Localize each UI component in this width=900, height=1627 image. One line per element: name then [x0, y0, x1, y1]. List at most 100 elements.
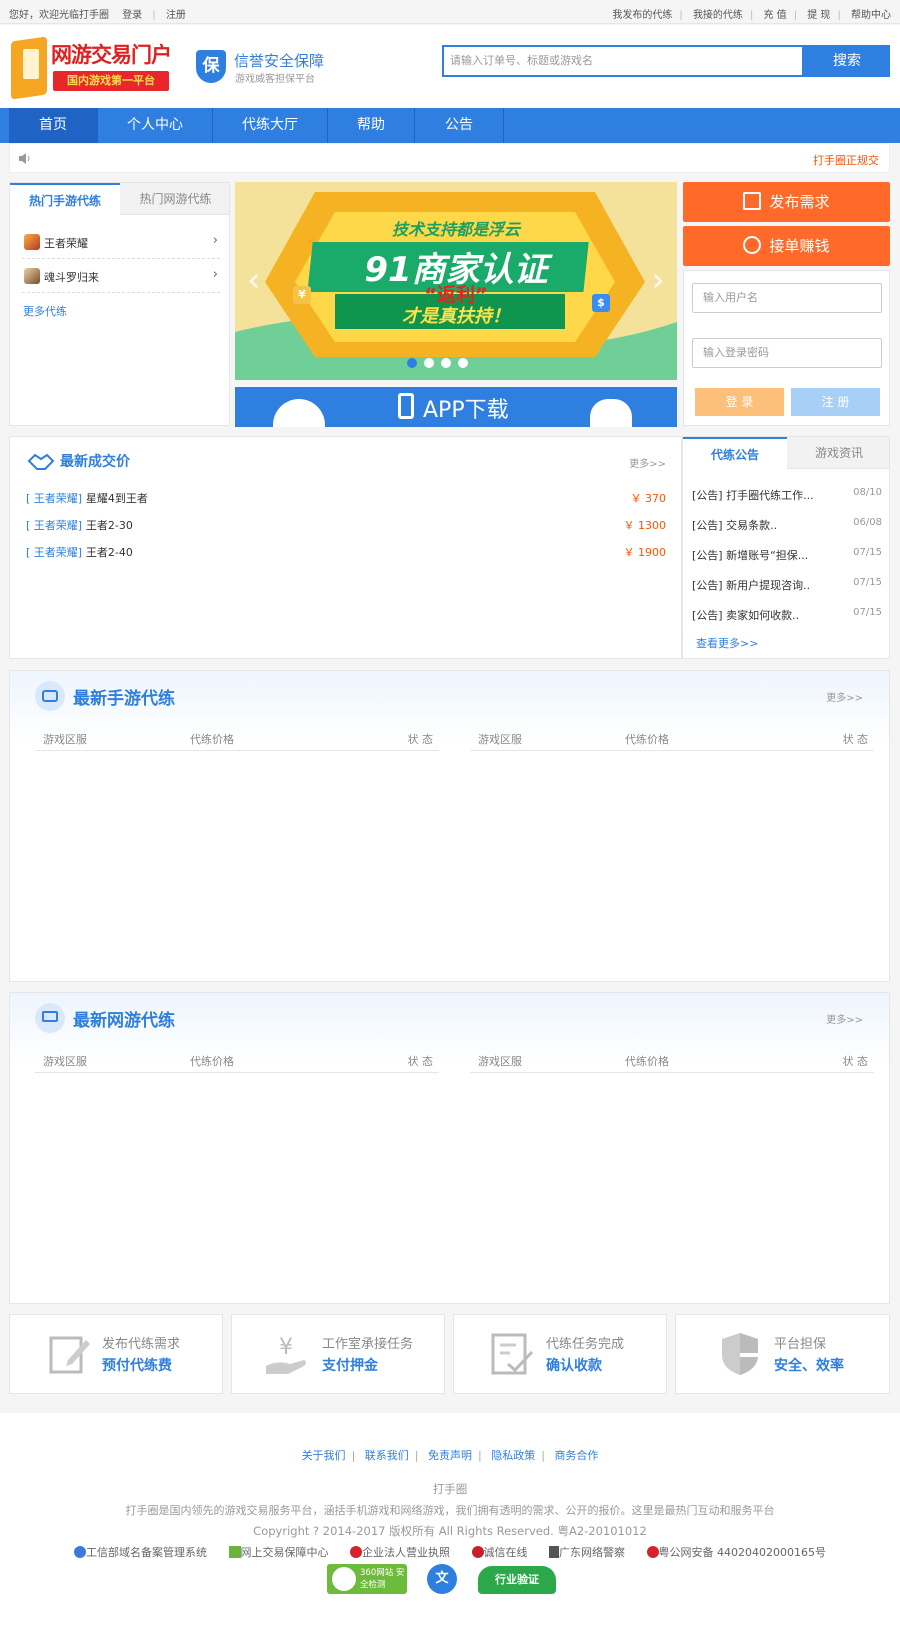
list-item[interactable]: [公告] 新用户提现咨询.. 07/15: [692, 577, 882, 593]
withdraw-link[interactable]: 提 现: [807, 10, 830, 21]
footer-link-contact[interactable]: 联系我们: [365, 1449, 409, 1462]
yuan-hand-icon: ¥: [266, 1335, 306, 1374]
nav-help[interactable]: 帮助: [328, 108, 414, 143]
nav-personal-center[interactable]: 个人中心: [98, 108, 212, 143]
register-button[interactable]: 注 册: [791, 388, 880, 416]
table-row[interactable]: [ 王者荣耀] 王者2-30 ￥ 1300: [26, 517, 666, 533]
tab-hot-mobile[interactable]: 热门手游代练: [10, 183, 120, 216]
police-icon: [549, 1546, 559, 1558]
list-item[interactable]: [公告] 交易条款.. 06/08: [692, 517, 882, 533]
game-avatar-icon: [24, 234, 40, 250]
tab-game-news[interactable]: 游戏资讯: [787, 437, 891, 469]
login-panel: 输入用户名 输入登录密码 登 录 注 册: [683, 270, 890, 426]
col-price: 代练价格: [625, 733, 669, 746]
badge-text[interactable]: 网上交易保障中心: [241, 1546, 329, 1559]
list-item[interactable]: 王者荣耀 ›: [22, 229, 220, 259]
banner-carousel[interactable]: 技术支持都是浮云 91商家认证 “返利” 才是真扶持！ ¥ $ ‹ ›: [235, 182, 677, 380]
app-download-button[interactable]: APP下载: [235, 387, 677, 427]
login-link[interactable]: 登录: [122, 10, 142, 21]
latest-deals-panel: 最新成交价 更多>> [ 王者荣耀] 星耀4到王者 ￥ 370 [ 王者荣耀] …: [9, 436, 682, 659]
list-item[interactable]: [公告] 新增账号“担保... 07/15: [692, 547, 882, 563]
login-button[interactable]: 登 录: [695, 388, 784, 416]
badge-text[interactable]: 广东网络警察: [559, 1546, 625, 1559]
username-input[interactable]: 输入用户名: [692, 283, 882, 313]
my-accepted-link[interactable]: 我接的代练: [693, 10, 743, 21]
greeting-text: 您好，欢迎光临打手圈: [9, 10, 109, 21]
carousel-dot[interactable]: [407, 358, 417, 368]
footer-link-privacy[interactable]: 隐私政策: [491, 1449, 535, 1462]
accept-order-button[interactable]: 接单赚钱: [683, 226, 890, 266]
search-input[interactable]: 请输入订单号、标题或游戏名: [442, 45, 804, 77]
seal-industry[interactable]: 行业验证: [478, 1566, 556, 1594]
list-item[interactable]: [公告] 卖家如何收款.. 07/15: [692, 607, 882, 623]
announce-text: [公告] 卖家如何收款..: [692, 609, 800, 622]
carousel-dot[interactable]: [441, 358, 451, 368]
deals-title: 最新成交价: [60, 454, 130, 470]
more-games-link[interactable]: 更多代练: [23, 303, 67, 319]
carousel-dot[interactable]: [424, 358, 434, 368]
step-card: 平台担保 安全、效率: [675, 1314, 890, 1394]
footer-link-disclaimer[interactable]: 免责声明: [428, 1449, 472, 1462]
table-row[interactable]: [ 王者荣耀] 星耀4到王者 ￥ 370: [26, 490, 666, 506]
mobile-more-link[interactable]: 更多>>: [826, 689, 863, 704]
badge-text[interactable]: 诚信在线: [484, 1546, 528, 1559]
nav-announcement[interactable]: 公告: [415, 108, 503, 143]
game-name: 魂斗罗归来: [44, 271, 99, 284]
deals-more-link[interactable]: 更多>>: [629, 455, 666, 470]
step-highlight: 支付押金: [322, 1358, 378, 1374]
col-price: 代练价格: [190, 733, 234, 746]
android-icon: [273, 399, 325, 427]
seal-360[interactable]: 360网站 安全检测: [327, 1564, 407, 1594]
search-button[interactable]: 搜索: [804, 45, 890, 77]
list-item[interactable]: [公告] 打手圈代练工作... 08/10: [692, 487, 882, 503]
tab-announcements[interactable]: 代练公告: [683, 437, 787, 470]
announce-date: 06/08: [853, 517, 882, 528]
mobile-orders-section: 最新手游代练 更多>> 游戏区服 代练价格 状 态 游戏区服 代练价格 状 态: [9, 670, 890, 982]
badge-text[interactable]: 企业法人营业执照: [362, 1546, 450, 1559]
footer-link-business[interactable]: 商务合作: [554, 1449, 598, 1462]
password-input[interactable]: 输入登录密码: [692, 338, 882, 368]
game-name: 王者荣耀: [44, 237, 88, 250]
site-logo[interactable]: 网游交易门户 国内游戏第一平台: [9, 35, 174, 100]
help-center-link[interactable]: 帮助中心: [851, 10, 891, 21]
nav-home[interactable]: 首页: [9, 108, 97, 143]
deal-price: ￥ 1900: [623, 546, 667, 559]
deal-tag: [ 王者荣耀]: [26, 546, 83, 559]
mobile-section-title: 最新手游代练: [73, 689, 175, 709]
main-nav: 首页 个人中心 代练大厅 帮助 公告: [0, 108, 900, 143]
nav-order-hall[interactable]: 代练大厅: [213, 108, 327, 143]
footer-link-about[interactable]: 关于我们: [302, 1449, 346, 1462]
trade-guard-icon: [228, 1546, 241, 1558]
publish-label: 发布需求: [769, 193, 830, 211]
table-row[interactable]: [ 王者荣耀] 王者2-40 ￥ 1900: [26, 544, 666, 560]
announce-more-link[interactable]: 查看更多>>: [696, 635, 758, 651]
svg-text:¥: ¥: [279, 1335, 293, 1360]
footer-badges: 工信部域名备案管理系统 网上交易保障中心 企业法人营业执照 诚信在线 广东网络警…: [0, 1544, 900, 1560]
badge-text[interactable]: 工信部域名备案管理系统: [86, 1546, 207, 1559]
shield-icon: [722, 1333, 758, 1375]
footer-description: 打手圈是国内领先的游戏交易服务平台，涵括手机游戏和网络游戏，我们拥有透明的需求、…: [125, 1504, 775, 1517]
seal-civil[interactable]: 文: [427, 1564, 457, 1594]
badge-text[interactable]: 粤公网安备 44020402000165号: [659, 1546, 826, 1559]
guarantee-subtitle: 游戏威客担保平台: [235, 74, 315, 85]
banner-badge-dollar: $: [592, 294, 610, 312]
col-server: 游戏区服: [478, 1055, 522, 1068]
banner-prev-arrow-icon[interactable]: ‹: [247, 260, 261, 300]
earn-label: 接单赚钱: [769, 237, 830, 255]
my-published-link[interactable]: 我发布的代练: [612, 10, 672, 21]
banner-line4: 才是真扶持！: [402, 306, 510, 327]
register-link[interactable]: 注册: [166, 10, 186, 21]
announce-date: 08/10: [853, 487, 882, 498]
tab-hot-pc[interactable]: 热门网游代练: [120, 183, 231, 215]
announcement-panel: 代练公告 游戏资讯 [公告] 打手圈代练工作... 08/10 [公告] 交易条款…: [682, 436, 890, 659]
list-item[interactable]: 魂斗罗归来 ›: [22, 263, 220, 293]
license-emblem-icon: [350, 1546, 362, 1558]
shield-guarantee-icon: 保: [196, 50, 226, 83]
banner-next-arrow-icon[interactable]: ›: [651, 260, 665, 300]
carousel-dot[interactable]: [458, 358, 468, 368]
publish-demand-button[interactable]: 发布需求: [683, 182, 890, 222]
pc-more-link[interactable]: 更多>>: [826, 1011, 863, 1026]
recharge-link[interactable]: 充 值: [764, 10, 787, 21]
step-highlight: 安全、效率: [774, 1358, 844, 1374]
logo-title: 网游交易门户: [51, 43, 172, 67]
